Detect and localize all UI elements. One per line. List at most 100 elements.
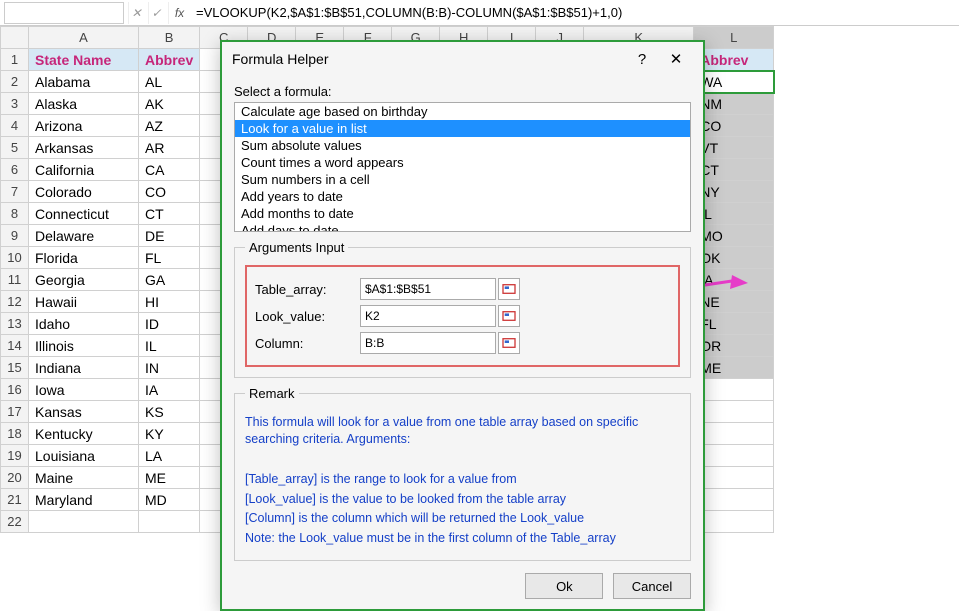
cancel-formula-icon[interactable]: ✕ — [128, 2, 144, 24]
cell-A15[interactable]: Indiana — [29, 357, 139, 379]
cell-A18[interactable]: Kentucky — [29, 423, 139, 445]
cell-B19[interactable]: LA — [139, 445, 200, 467]
row-header-8[interactable]: 8 — [1, 203, 29, 225]
cell-L5[interactable]: VT — [694, 137, 774, 159]
cancel-button[interactable]: Cancel — [613, 573, 691, 599]
cell-L16[interactable] — [694, 379, 774, 401]
row-header-20[interactable]: 20 — [1, 467, 29, 489]
cell-B9[interactable]: DE — [139, 225, 200, 247]
cell-L22[interactable] — [694, 511, 774, 533]
cell-B13[interactable]: ID — [139, 313, 200, 335]
cell-B12[interactable]: HI — [139, 291, 200, 313]
accept-formula-icon[interactable]: ✓ — [148, 2, 164, 24]
cell-A7[interactable]: Colorado — [29, 181, 139, 203]
name-box[interactable] — [4, 2, 124, 24]
select-all-corner[interactable] — [1, 27, 29, 49]
col-header-B[interactable]: B — [139, 27, 200, 49]
cell-B6[interactable]: CA — [139, 159, 200, 181]
row-header-17[interactable]: 17 — [1, 401, 29, 423]
formula-option[interactable]: Add months to date — [235, 205, 690, 222]
formula-option[interactable]: Sum absolute values — [235, 137, 690, 154]
cell-A3[interactable]: Alaska — [29, 93, 139, 115]
cell-A5[interactable]: Arkansas — [29, 137, 139, 159]
row-header-9[interactable]: 9 — [1, 225, 29, 247]
cell-A12[interactable]: Hawaii — [29, 291, 139, 313]
cell-B18[interactable]: KY — [139, 423, 200, 445]
cell-L12[interactable]: NE — [694, 291, 774, 313]
cell-A14[interactable]: Illinois — [29, 335, 139, 357]
col-header-L[interactable]: L — [694, 27, 774, 49]
cell-L1[interactable]: Abbrev — [694, 49, 774, 71]
formula-option[interactable]: Add years to date — [235, 188, 690, 205]
cell-B15[interactable]: IN — [139, 357, 200, 379]
cell-L3[interactable]: NM — [694, 93, 774, 115]
look-value-input[interactable] — [360, 305, 496, 327]
row-header-6[interactable]: 6 — [1, 159, 29, 181]
cell-A10[interactable]: Florida — [29, 247, 139, 269]
cell-L20[interactable] — [694, 467, 774, 489]
cell-A21[interactable]: Maryland — [29, 489, 139, 511]
cell-B20[interactable]: ME — [139, 467, 200, 489]
row-header-16[interactable]: 16 — [1, 379, 29, 401]
formula-input[interactable] — [190, 2, 959, 24]
cell-B8[interactable]: CT — [139, 203, 200, 225]
row-header-19[interactable]: 19 — [1, 445, 29, 467]
formula-option[interactable]: Calculate age based on birthday — [235, 103, 690, 120]
cell-A13[interactable]: Idaho — [29, 313, 139, 335]
cell-A8[interactable]: Connecticut — [29, 203, 139, 225]
row-header-2[interactable]: 2 — [1, 71, 29, 93]
dialog-help-button[interactable]: ? — [625, 44, 659, 74]
row-header-4[interactable]: 4 — [1, 115, 29, 137]
cell-L15[interactable]: ME — [694, 357, 774, 379]
cell-B7[interactable]: CO — [139, 181, 200, 203]
col-header-A[interactable]: A — [29, 27, 139, 49]
cell-A16[interactable]: Iowa — [29, 379, 139, 401]
cell-A17[interactable]: Kansas — [29, 401, 139, 423]
cell-L7[interactable]: NY — [694, 181, 774, 203]
row-header-10[interactable]: 10 — [1, 247, 29, 269]
row-header-7[interactable]: 7 — [1, 181, 29, 203]
column-input[interactable] — [360, 332, 496, 354]
row-header-13[interactable]: 13 — [1, 313, 29, 335]
cell-A20[interactable]: Maine — [29, 467, 139, 489]
cell-L4[interactable]: CO — [694, 115, 774, 137]
row-header-11[interactable]: 11 — [1, 269, 29, 291]
formula-option[interactable]: Count times a word appears — [235, 154, 690, 171]
cell-A6[interactable]: California — [29, 159, 139, 181]
row-header-18[interactable]: 18 — [1, 423, 29, 445]
cell-L18[interactable] — [694, 423, 774, 445]
cell-B16[interactable]: IA — [139, 379, 200, 401]
formula-option[interactable]: Add days to date — [235, 222, 690, 232]
row-header-1[interactable]: 1 — [1, 49, 29, 71]
row-header-22[interactable]: 22 — [1, 511, 29, 533]
cell-L6[interactable]: CT — [694, 159, 774, 181]
fx-icon[interactable]: fx — [168, 2, 190, 24]
cell-B3[interactable]: AK — [139, 93, 200, 115]
cell-A19[interactable]: Louisiana — [29, 445, 139, 467]
cell-L21[interactable] — [694, 489, 774, 511]
column-ref-button[interactable] — [498, 332, 520, 354]
table-array-input[interactable] — [360, 278, 496, 300]
cell-B11[interactable]: GA — [139, 269, 200, 291]
cell-L10[interactable]: OK — [694, 247, 774, 269]
cell-L14[interactable]: OR — [694, 335, 774, 357]
cell-A9[interactable]: Delaware — [29, 225, 139, 247]
cell-B14[interactable]: IL — [139, 335, 200, 357]
row-header-3[interactable]: 3 — [1, 93, 29, 115]
cell-A2[interactable]: Alabama — [29, 71, 139, 93]
row-header-21[interactable]: 21 — [1, 489, 29, 511]
cell-B10[interactable]: FL — [139, 247, 200, 269]
formula-option[interactable]: Look for a value in list — [235, 120, 690, 137]
cell-B5[interactable]: AR — [139, 137, 200, 159]
cell-L8[interactable]: IL — [694, 203, 774, 225]
row-header-12[interactable]: 12 — [1, 291, 29, 313]
cell-L17[interactable] — [694, 401, 774, 423]
cell-B1[interactable]: Abbrev — [139, 49, 200, 71]
dialog-close-button[interactable]: ✕ — [659, 44, 693, 74]
cell-L2[interactable]: WA — [694, 71, 774, 93]
look-value-ref-button[interactable] — [498, 305, 520, 327]
formula-list[interactable]: Calculate age based on birthdayLook for … — [234, 102, 691, 232]
cell-B2[interactable]: AL — [139, 71, 200, 93]
cell-L19[interactable] — [694, 445, 774, 467]
cell-B22[interactable] — [139, 511, 200, 533]
